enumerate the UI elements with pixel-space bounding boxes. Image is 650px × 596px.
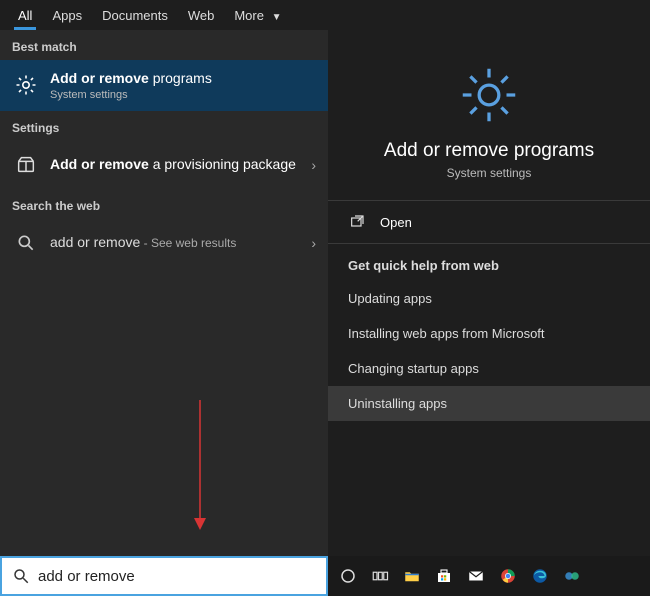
gear-icon <box>12 71 40 99</box>
result-title: add or remove - See web results <box>50 234 305 252</box>
search-icon <box>12 567 30 585</box>
taskbar <box>328 556 650 596</box>
edge-icon[interactable] <box>530 566 550 586</box>
chevron-down-icon: ▼ <box>272 12 282 23</box>
tab-apps[interactable]: Apps <box>42 2 92 29</box>
open-action[interactable]: Open <box>328 201 650 243</box>
cortana-icon[interactable] <box>338 566 358 586</box>
tab-more-label: More <box>234 8 264 23</box>
result-subtitle: System settings <box>50 89 316 101</box>
result-title: Add or remove programs <box>50 70 316 88</box>
best-match-label: Best match <box>0 30 328 60</box>
detail-panel: Add or remove programs System settings O… <box>328 30 650 556</box>
result-web-search[interactable]: add or remove - See web results › <box>0 219 328 267</box>
help-changing-startup-apps[interactable]: Changing startup apps <box>328 351 650 386</box>
help-header: Get quick help from web <box>328 244 650 281</box>
app-icon[interactable] <box>562 566 582 586</box>
gear-icon <box>454 60 524 130</box>
chevron-right-icon: › <box>311 235 316 251</box>
help-installing-web-apps[interactable]: Installing web apps from Microsoft <box>328 316 650 351</box>
results-panel: Best match Add or remove programs System… <box>0 30 328 556</box>
search-web-label: Search the web <box>0 189 328 219</box>
tab-documents[interactable]: Documents <box>92 2 178 29</box>
file-explorer-icon[interactable] <box>402 566 422 586</box>
settings-label: Settings <box>0 111 328 141</box>
help-uninstalling-apps[interactable]: Uninstalling apps <box>328 386 650 421</box>
result-provisioning-package[interactable]: Add or remove a provisioning package › <box>0 141 328 189</box>
search-filter-tabs: All Apps Documents Web More ▼ <box>0 0 650 30</box>
detail-subtitle: System settings <box>447 166 532 180</box>
open-icon <box>348 213 366 231</box>
tab-web[interactable]: Web <box>178 2 225 29</box>
open-label: Open <box>380 215 412 230</box>
detail-headline: Add or remove programs <box>384 140 594 162</box>
bottom-bar <box>0 556 650 596</box>
mail-icon[interactable] <box>466 566 486 586</box>
task-view-icon[interactable] <box>370 566 390 586</box>
search-input[interactable] <box>38 568 316 585</box>
help-updating-apps[interactable]: Updating apps <box>328 281 650 316</box>
package-icon <box>12 151 40 179</box>
search-icon <box>12 229 40 257</box>
annotation-arrow <box>190 400 210 530</box>
result-title: Add or remove a provisioning package <box>50 156 305 174</box>
tab-more[interactable]: More ▼ <box>224 2 291 29</box>
result-add-remove-programs[interactable]: Add or remove programs System settings <box>0 60 328 111</box>
search-box[interactable] <box>0 556 328 596</box>
tab-all[interactable]: All <box>8 2 42 29</box>
chevron-right-icon: › <box>311 157 316 173</box>
microsoft-store-icon[interactable] <box>434 566 454 586</box>
chrome-icon[interactable] <box>498 566 518 586</box>
